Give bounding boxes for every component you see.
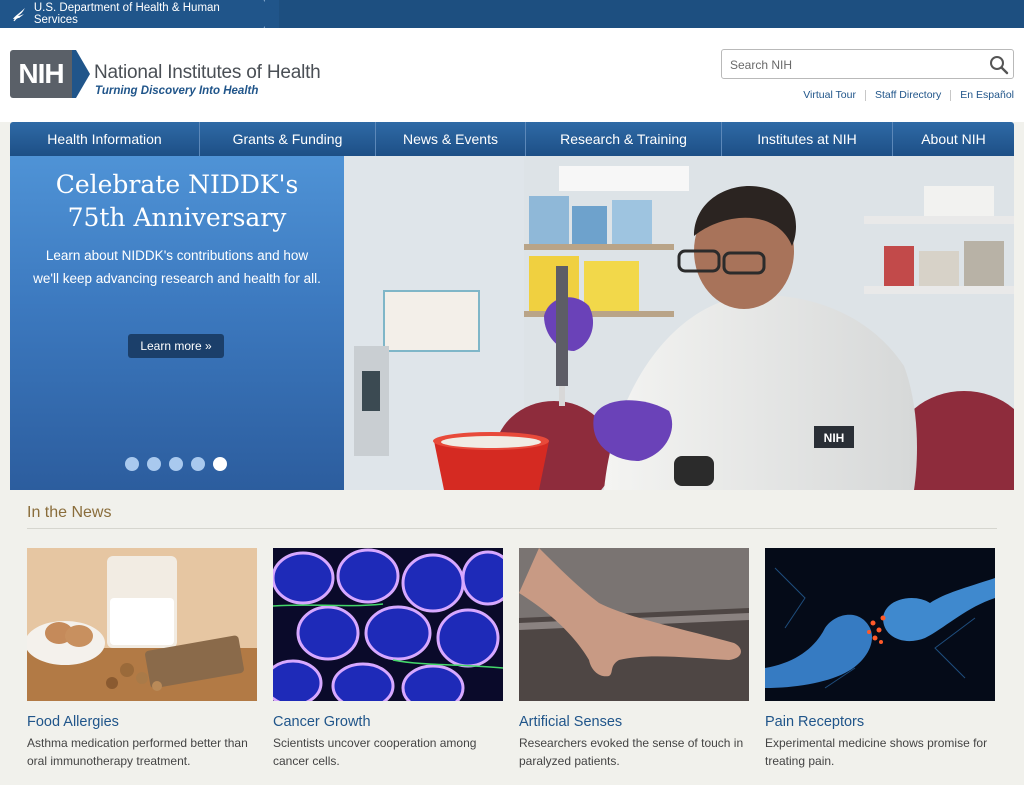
utility-links: Virtual Tour Staff Directory En Español (803, 89, 1014, 101)
hhs-eagle-icon (12, 8, 25, 22)
search-box (721, 49, 1014, 79)
carousel-dot[interactable] (191, 457, 205, 471)
nav-about-nih[interactable]: About NIH (893, 122, 1014, 156)
card-title[interactable]: Artificial Senses (519, 714, 749, 730)
carousel-dot-active[interactable] (213, 457, 227, 471)
card-description: Researchers evoked the sense of touch in… (519, 736, 744, 768)
search-input[interactable] (730, 55, 980, 75)
nih-coat-badge: NIH (824, 431, 845, 445)
food-allergies-image[interactable] (25, 548, 257, 701)
hero-description: Learn about NIDDK's contributions and ho… (33, 248, 321, 286)
hero-carousel: Celebrate NIDDK's 75th Anniversary Learn… (10, 156, 1014, 490)
card-description: Asthma medication performed better than … (27, 736, 248, 768)
news-card-pain-receptors[interactable]: Pain Receptors Experimental medicine sho… (765, 548, 995, 770)
news-divider (27, 528, 997, 529)
card-description: Experimental medicine shows promise for … (765, 736, 988, 768)
virtual-tour-link[interactable]: Virtual Tour (803, 89, 856, 101)
divider (950, 89, 952, 101)
hero-title-line2: 75th Anniversary (67, 203, 287, 232)
artificial-senses-image[interactable] (519, 548, 749, 701)
nih-logo-text: NIH (18, 58, 64, 89)
site-title[interactable]: National Institutes of Health (94, 62, 321, 84)
carousel-dot[interactable] (147, 457, 161, 471)
hhs-link[interactable]: U.S. Department of Health & Human Servic… (0, 0, 279, 28)
search-icon[interactable] (989, 55, 1009, 75)
nav-research-training[interactable]: Research & Training (526, 122, 722, 156)
news-heading: In the News (27, 504, 112, 521)
hhs-label[interactable]: U.S. Department of Health & Human Servic… (34, 2, 265, 26)
news-card-food-allergies[interactable]: Food Allergies Asthma medication perform… (25, 548, 257, 770)
hero-title-line1: Celebrate NIDDK's (55, 170, 299, 199)
hero-lab-photo[interactable]: NIH (344, 156, 1014, 490)
nih-logo[interactable]: NIH (10, 50, 72, 98)
learn-more-button[interactable]: Learn more » (128, 334, 224, 358)
hero-text-panel: Celebrate NIDDK's 75th Anniversary Learn… (10, 156, 344, 490)
staff-directory-link[interactable]: Staff Directory (875, 89, 941, 101)
card-title[interactable]: Pain Receptors (765, 714, 995, 730)
site-header: NIH National Institutes of Health Turnin… (0, 28, 1024, 122)
card-title[interactable]: Food Allergies (27, 714, 257, 730)
nav-institutes[interactable]: Institutes at NIH (722, 122, 893, 156)
nav-grants-funding[interactable]: Grants & Funding (200, 122, 376, 156)
carousel-dot[interactable] (169, 457, 183, 471)
news-card-artificial-senses[interactable]: Artificial Senses Researchers evoked the… (519, 548, 749, 770)
carousel-dot[interactable] (125, 457, 139, 471)
main-nav: Health Information Grants & Funding News… (10, 122, 1014, 156)
in-the-news-section: In the News Food Allergies Asthma medica… (10, 490, 1014, 785)
pain-receptors-image[interactable] (765, 548, 995, 701)
cancer-growth-image[interactable] (263, 548, 515, 712)
news-card-cancer-growth[interactable]: Cancer Growth Scientists uncover coopera… (263, 548, 515, 770)
site-tagline: Turning Discovery Into Health (95, 85, 259, 97)
card-title[interactable]: Cancer Growth (273, 714, 503, 730)
nav-health-information[interactable]: Health Information (10, 122, 200, 156)
hhs-bar-right (279, 0, 1024, 28)
carousel-dots (125, 457, 227, 471)
en-espanol-link[interactable]: En Español (960, 89, 1014, 101)
card-description: Scientists uncover cooperation among can… (273, 736, 477, 768)
nav-news-events[interactable]: News & Events (376, 122, 526, 156)
hero-title: Celebrate NIDDK's 75th Anniversary (10, 168, 344, 234)
nih-logo-arrow-icon (72, 50, 90, 98)
divider (864, 89, 866, 101)
